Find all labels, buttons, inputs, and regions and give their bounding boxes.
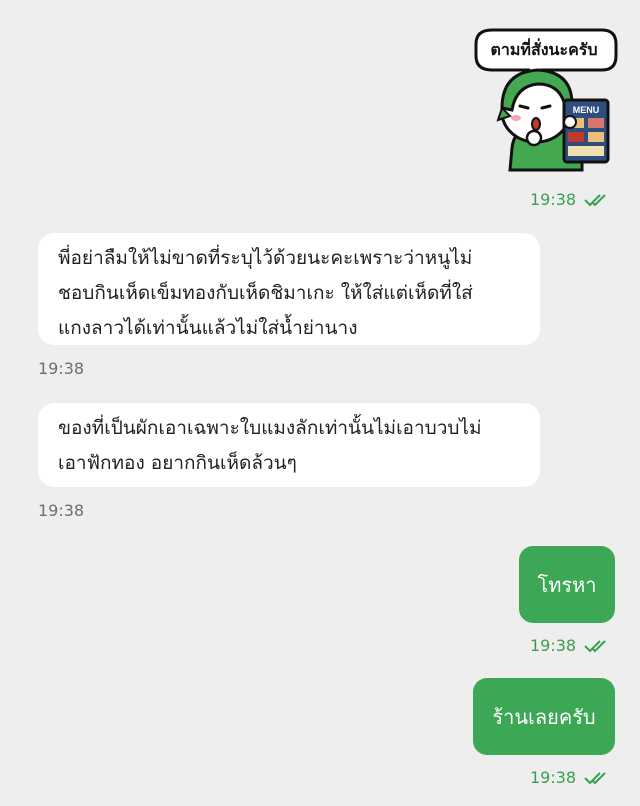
message-line: เอาฟักทอง อยากกินเห็ดล้วนๆ: [58, 452, 297, 474]
message-meta: 19:38: [530, 768, 610, 787]
message-text: โทรหา: [537, 572, 597, 597]
sticker-caption: ตามที่สั่งนะครับ: [490, 40, 598, 59]
message-time: 19:38: [530, 190, 577, 209]
message-time: 19:38: [38, 501, 85, 520]
message-time: 19:38: [530, 768, 577, 787]
message-time: 19:38: [38, 359, 85, 378]
outgoing-message-bubble[interactable]: ร้านเลยครับ: [473, 678, 615, 755]
double-check-icon: [584, 639, 610, 653]
sticker-message[interactable]: MENU ตามที่สั่งนะครับ: [462, 20, 620, 180]
chat-thread: MENU ตามที่สั่งนะครับ 19:38 พี่อย่าลืมให…: [0, 0, 640, 806]
sticker-menu-label: MENU: [573, 105, 600, 115]
message-line: ชอบกินเห็ดเข็มทองกับเห็ดชิมาเกะ ให้ใส่แต…: [58, 282, 473, 304]
message-line: ของที่เป็นผักเอาเฉพาะใบแมงลักเท่านั้นไม่…: [58, 417, 482, 439]
message-line: พี่อย่าลืมให้ไม่ขาดที่ระบุไว้ด้วยนะคะเพร…: [58, 247, 473, 269]
incoming-message-bubble[interactable]: พี่อย่าลืมให้ไม่ขาดที่ระบุไว้ด้วยนะคะเพร…: [38, 233, 540, 345]
message-text: ร้านเลยครับ: [492, 704, 596, 729]
message-meta: 19:38: [530, 190, 610, 209]
message-line: แกงลาวได้เท่านั้นแล้วไม่ใส่น้ำย่านาง: [58, 317, 358, 339]
double-check-icon: [584, 193, 610, 207]
incoming-message-bubble[interactable]: ของที่เป็นผักเอาเฉพาะใบแมงลักเท่านั้นไม่…: [38, 403, 540, 487]
double-check-icon: [584, 771, 610, 785]
message-time: 19:38: [530, 636, 577, 655]
message-meta: 19:38: [530, 636, 610, 655]
outgoing-message-bubble[interactable]: โทรหา: [519, 546, 615, 623]
